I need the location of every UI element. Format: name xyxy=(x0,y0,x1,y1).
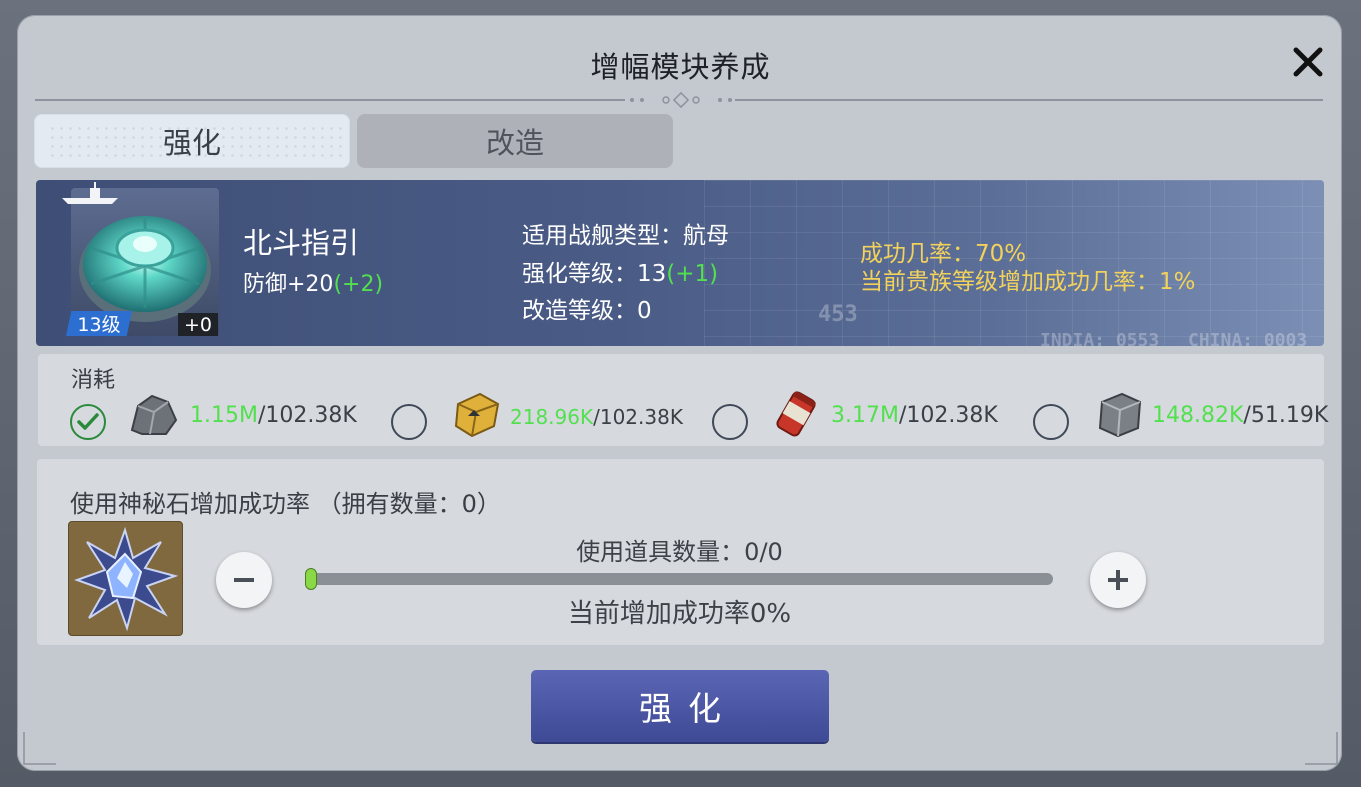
enhance-level-bonus: (+1) xyxy=(666,261,719,287)
stone-quantity-slider[interactable] xyxy=(306,573,1053,585)
cost-label: 消耗 xyxy=(71,368,116,393)
dialog-title: 增幅模块养成 xyxy=(590,50,771,84)
minus-icon xyxy=(234,578,254,582)
cost-owned-unit-alloy: K xyxy=(579,405,594,429)
corner-ornament-icon xyxy=(23,732,56,765)
enhance-button[interactable]: 强化 xyxy=(531,670,829,742)
cost-required-metal: /51.19K xyxy=(1243,403,1329,428)
ore-icon xyxy=(130,394,178,435)
module-stat-bonus: (+2) xyxy=(333,272,384,297)
cost-amount-ore: 1.15M/102.38K xyxy=(190,403,357,428)
cost-required-fuel: /102.38K xyxy=(898,403,998,428)
module-stat: 防御+20(+2) xyxy=(243,266,383,298)
title-divider-right xyxy=(735,99,1323,101)
module-level-badge: 13级 xyxy=(66,311,132,336)
tab-enhance[interactable]: 强化 xyxy=(34,114,350,168)
close-icon xyxy=(1293,47,1323,77)
cost-owned-unit-fuel: M xyxy=(879,403,899,428)
cost-required-alloy: /102.38K xyxy=(593,405,683,429)
cost-owned-ore: 1.15 xyxy=(190,403,239,428)
cost-radio-metal[interactable] xyxy=(1033,404,1069,440)
mystery-stone-frame[interactable] xyxy=(68,521,183,636)
mystery-stone-icon xyxy=(74,526,179,632)
alloy-crate-icon xyxy=(454,392,500,438)
tab-refit-label: 改造 xyxy=(485,126,544,160)
enhance-level-value: 强化等级：13 xyxy=(522,261,667,287)
current-rate-text: 当前增加成功率0% xyxy=(567,599,792,629)
enhance-button-label: 强化 xyxy=(639,689,737,728)
metal-block-icon xyxy=(1098,392,1142,438)
cost-required-ore: /102.38K xyxy=(257,403,357,428)
noble-bonus-label: 当前贵族等级增加成功几率： xyxy=(860,269,1159,295)
increase-button[interactable] xyxy=(1090,552,1146,608)
item-usage-text: 使用道具数量：0/0 xyxy=(576,538,783,566)
corner-ornament-icon xyxy=(1305,732,1338,765)
cost-owned-metal: 148.82 xyxy=(1152,403,1229,428)
banner-deco-text: 453 xyxy=(818,302,858,327)
close-button[interactable] xyxy=(1288,42,1328,82)
checkmark-icon xyxy=(77,413,99,430)
cost-radio-fuel[interactable] xyxy=(712,404,748,440)
cost-amount-alloy: 218.96K/102.38K xyxy=(510,405,683,429)
banner-deco-text: CHINA: 0003 xyxy=(1188,330,1308,346)
cost-owned-fuel: 3.17 xyxy=(831,403,880,428)
module-name: 北斗指引 xyxy=(243,226,360,260)
cost-radio-ore[interactable] xyxy=(70,404,106,440)
cost-amount-metal: 148.82K/51.19K xyxy=(1152,403,1328,428)
ship-type-text: 适用战舰类型：航母 xyxy=(522,223,729,249)
tab-enhance-label: 强化 xyxy=(162,126,221,160)
title-divider-left xyxy=(35,99,625,101)
decrease-button[interactable] xyxy=(216,552,272,608)
cost-amount-fuel: 3.17M/102.38K xyxy=(831,403,998,428)
module-stat-value: 防御+20 xyxy=(243,272,334,297)
fuel-canister-icon xyxy=(776,391,816,437)
slider-handle[interactable] xyxy=(305,568,317,590)
cost-owned-unit-ore: M xyxy=(238,403,258,428)
enhance-level-text: 强化等级：13(+1) xyxy=(522,254,718,288)
module-refine-badge: +0 xyxy=(178,313,218,336)
carrier-ship-icon xyxy=(62,182,118,204)
plus-icon xyxy=(1108,570,1128,590)
refit-level-text: 改造等级：0 xyxy=(522,298,652,324)
cost-owned-alloy: 218.96 xyxy=(510,405,580,429)
banner-deco-text: INDIA: 0553 xyxy=(1040,330,1160,346)
tab-refit[interactable]: 改造 xyxy=(357,114,673,168)
noble-bonus-value: 1% xyxy=(1159,269,1196,295)
cost-radio-alloy[interactable] xyxy=(391,404,427,440)
noble-bonus-text: 当前贵族等级增加成功几率：1% xyxy=(860,262,1196,296)
mystery-stone-label: 使用神秘石增加成功率 （拥有数量：0） xyxy=(70,490,501,518)
cost-owned-unit-metal: K xyxy=(1228,403,1244,428)
divider-ornament-icon xyxy=(630,91,732,109)
